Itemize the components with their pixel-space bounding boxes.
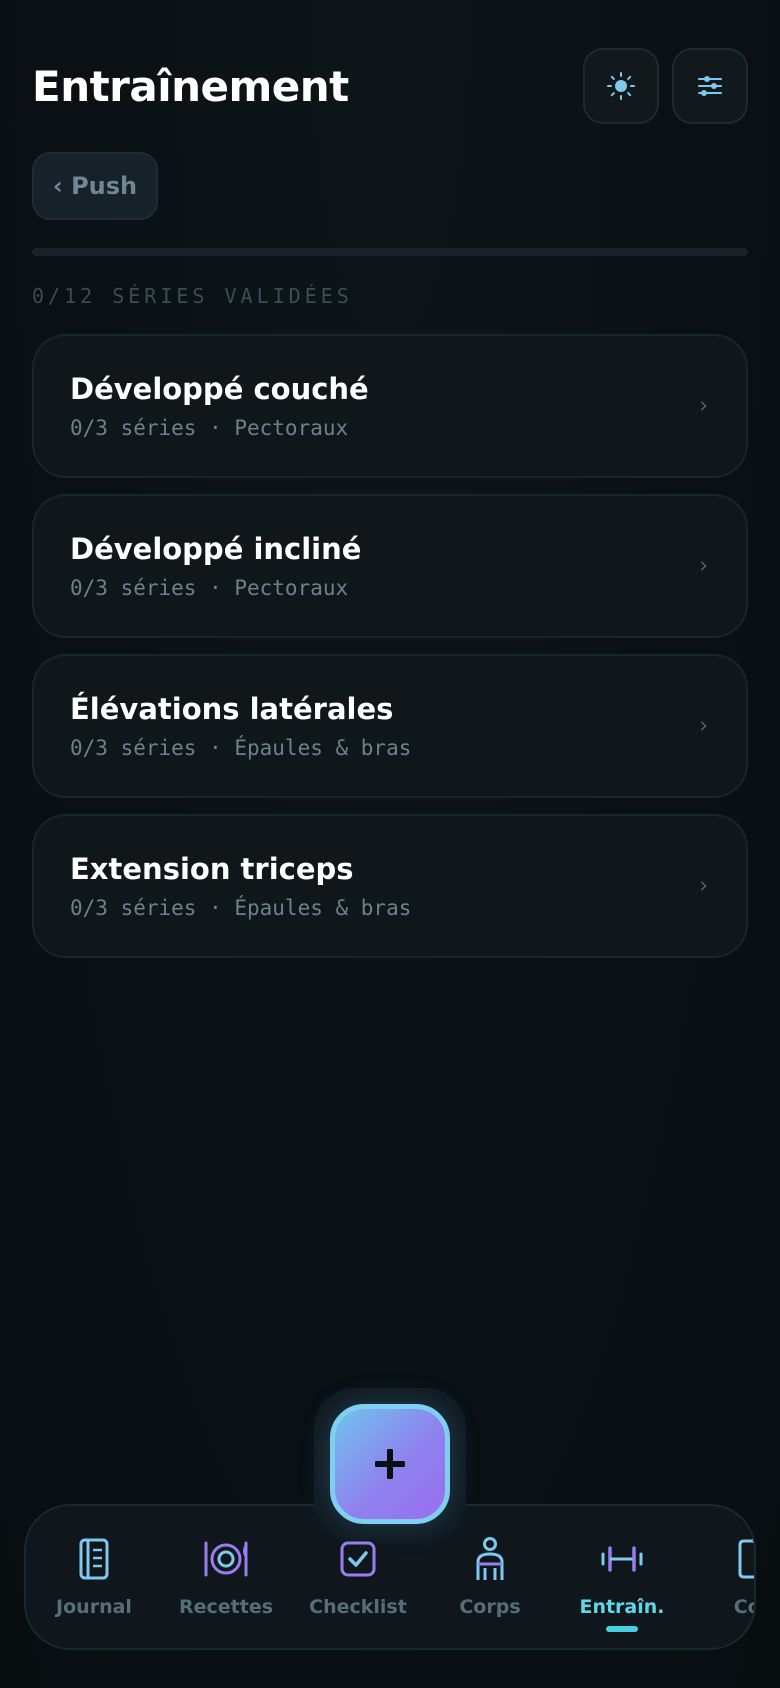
book-icon: [738, 1539, 754, 1579]
nav-item-recettes[interactable]: Recettes: [160, 1506, 292, 1648]
progress-bar: [32, 248, 748, 256]
plate-cutlery-icon: [204, 1541, 248, 1577]
nav-label: Recettes: [178, 1596, 274, 1618]
exercise-card[interactable]: Élévations latérales 0/3 séries · Épaule…: [32, 654, 748, 798]
plus-icon: [375, 1449, 405, 1479]
nav-item-con[interactable]: Con: [688, 1506, 754, 1648]
nav-label: Entraîn.: [579, 1596, 665, 1618]
exercise-list: Développé couché 0/3 séries · Pectoraux …: [32, 334, 748, 974]
chevron-right-icon: ›: [699, 873, 708, 899]
nav-label: Journal: [56, 1596, 132, 1618]
exercise-name: Élévations latérales: [70, 692, 394, 726]
add-button[interactable]: [330, 1404, 450, 1524]
header: Entraînement: [32, 48, 748, 124]
checkbox-icon: [340, 1541, 376, 1577]
progress-label: 0/12 SÉRIES VALIDÉES: [32, 284, 353, 308]
exercise-name: Développé couché: [70, 372, 369, 406]
exercise-meta: 0/3 séries · Pectoraux: [70, 576, 349, 600]
exercise-name: Extension triceps: [70, 852, 354, 886]
theme-toggle-button[interactable]: [583, 48, 659, 124]
active-tab-indicator: [606, 1626, 638, 1632]
exercise-card[interactable]: Développé couché 0/3 séries · Pectoraux …: [32, 334, 748, 478]
exercise-card[interactable]: Extension triceps 0/3 séries · Épaules &…: [32, 814, 748, 958]
header-actions: [583, 48, 748, 124]
nav-label: Checklist: [309, 1596, 407, 1618]
nav-item-entrainement[interactable]: Entraîn.: [556, 1506, 688, 1648]
chevron-right-icon: ›: [699, 553, 708, 579]
dumbbell-icon: [601, 1546, 643, 1572]
nav-label: Con: [733, 1596, 754, 1618]
notebook-icon: [79, 1538, 109, 1580]
exercise-meta: 0/3 séries · Pectoraux: [70, 416, 349, 440]
person-icon: [476, 1537, 504, 1580]
sun-icon: [607, 72, 635, 100]
settings-button[interactable]: [672, 48, 748, 124]
exercise-name: Développé incliné: [70, 532, 362, 566]
exercise-meta: 0/3 séries · Épaules & bras: [70, 736, 412, 760]
exercise-card[interactable]: Développé incliné 0/3 séries · Pectoraux…: [32, 494, 748, 638]
chevron-right-icon: ›: [699, 393, 708, 419]
nav-item-journal[interactable]: Journal: [28, 1506, 160, 1648]
exercise-meta: 0/3 séries · Épaules & bras: [70, 896, 412, 920]
back-to-session-button[interactable]: ‹ Push: [32, 152, 158, 220]
chevron-right-icon: ›: [699, 713, 708, 739]
sliders-icon: [698, 76, 722, 96]
nav-label: Corps: [459, 1596, 521, 1618]
page-title: Entraînement: [32, 61, 349, 111]
